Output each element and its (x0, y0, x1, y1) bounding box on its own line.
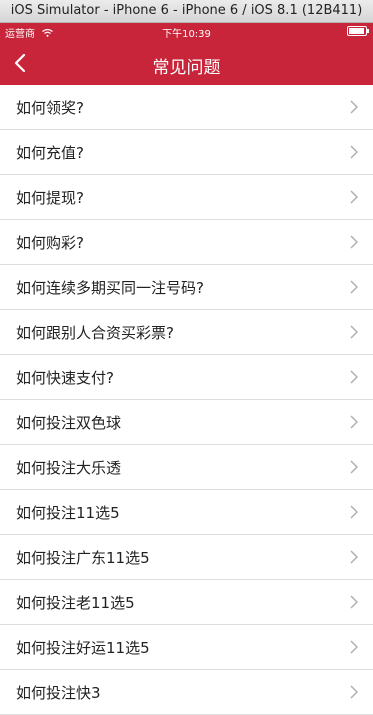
faq-row[interactable]: 如何投注好运11选5 (0, 625, 373, 670)
faq-row-label: 如何领奖? (16, 99, 84, 117)
faq-row[interactable]: 如何投注快3 (0, 670, 373, 715)
faq-row[interactable]: 如何快速支付? (0, 355, 373, 400)
chevron-right-icon (350, 325, 358, 339)
faq-row[interactable]: 如何投注广东11选5 (0, 535, 373, 580)
chevron-right-icon (350, 505, 358, 519)
chevron-right-icon (350, 460, 358, 474)
faq-row-label: 如何投注好运11选5 (16, 639, 150, 657)
faq-row-label: 如何充值? (16, 144, 84, 162)
faq-row[interactable]: 如何提现? (0, 175, 373, 220)
status-bar: 运营商 下午10:39 (0, 23, 373, 40)
chevron-right-icon (350, 145, 358, 159)
faq-row[interactable]: 如何投注大乐透 (0, 445, 373, 490)
faq-row[interactable]: 如何领奖? (0, 85, 373, 130)
faq-row-label: 如何投注快3 (16, 684, 101, 702)
faq-row[interactable]: 如何跟别人合资买彩票? (0, 310, 373, 355)
chevron-right-icon (350, 595, 358, 609)
faq-row-label: 如何投注广东11选5 (16, 549, 150, 567)
simulator-title-bar: iOS Simulator - iPhone 6 - iPhone 6 / iO… (0, 0, 373, 23)
battery-icon (347, 26, 369, 36)
faq-row-label: 如何投注双色球 (16, 414, 122, 432)
faq-row-label: 如何购彩? (16, 234, 84, 252)
chevron-right-icon (350, 685, 358, 699)
faq-row-label: 如何提现? (16, 189, 84, 207)
faq-row-label: 如何快速支付? (16, 369, 114, 387)
faq-row[interactable]: 如何投注老11选5 (0, 580, 373, 625)
chevron-right-icon (350, 280, 358, 294)
chevron-right-icon (350, 415, 358, 429)
faq-row-label: 如何连续多期买同一注号码? (16, 279, 204, 297)
faq-row[interactable]: 如何充值? (0, 130, 373, 175)
faq-row-label: 如何投注大乐透 (16, 459, 122, 477)
simulator-title: iOS Simulator - iPhone 6 - iPhone 6 / iO… (10, 3, 363, 18)
status-time: 下午10:39 (162, 29, 211, 40)
chevron-right-icon (350, 640, 358, 654)
faq-row[interactable]: 如何投注11选5 (0, 490, 373, 535)
chevron-right-icon (350, 100, 358, 114)
faq-row-label: 如何跟别人合资买彩票? (16, 324, 174, 342)
chevron-right-icon (350, 190, 358, 204)
faq-row[interactable]: 如何购彩? (0, 220, 373, 265)
chevron-right-icon (350, 550, 358, 564)
chevron-right-icon (350, 370, 358, 384)
navigation-bar: 常见问题 (0, 39, 373, 85)
faq-row-label: 如何投注11选5 (16, 504, 120, 522)
faq-list: 如何领奖? 如何充值? 如何提现? 如何购彩? 如何连续多期买同一注号码? 如何跟别人合资… (0, 85, 373, 715)
page-title: 常见问题 (152, 58, 221, 78)
chevron-right-icon (350, 235, 358, 249)
faq-row[interactable]: 如何投注双色球 (0, 400, 373, 445)
faq-row[interactable]: 如何连续多期买同一注号码? (0, 265, 373, 310)
faq-row-label: 如何投注老11选5 (16, 594, 135, 612)
